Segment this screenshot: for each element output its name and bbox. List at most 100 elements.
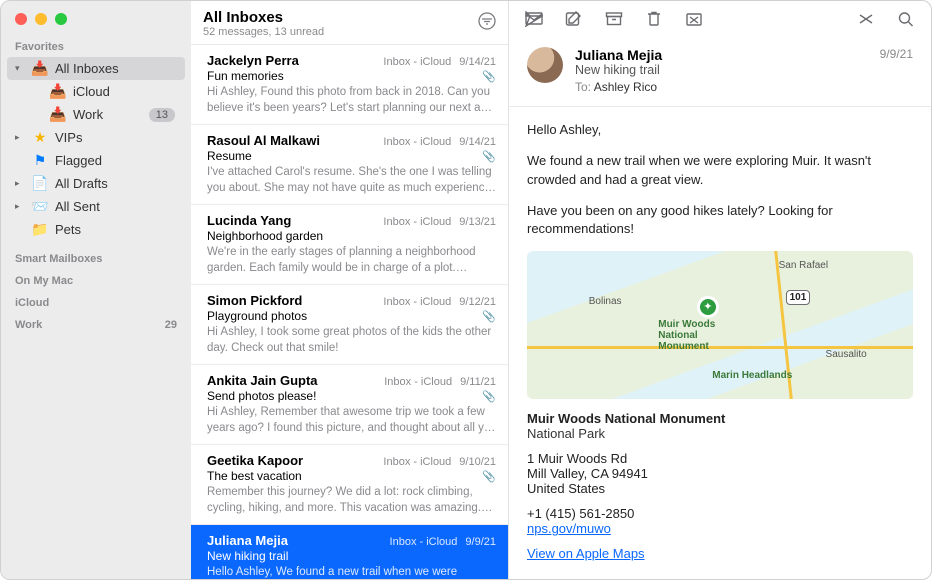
sidebar-item-label: Flagged bbox=[55, 153, 175, 168]
map-city-label: Bolinas bbox=[589, 296, 622, 307]
sidebar-item-icloud[interactable]: 📥 iCloud bbox=[7, 80, 185, 103]
message-row[interactable]: Simon PickfordInbox - iCloud9/12/21Playg… bbox=[191, 285, 508, 365]
message-row[interactable]: Geetika KapoorInbox - iCloud9/10/21The b… bbox=[191, 445, 508, 525]
message-list[interactable]: Jackelyn PerraInbox - iCloud9/14/21Fun m… bbox=[191, 45, 508, 579]
message-subject: New hiking trail bbox=[207, 549, 496, 563]
chevron-right-icon[interactable]: ▸ bbox=[15, 201, 25, 212]
body-paragraph: Have you been on any good hikes lately? … bbox=[527, 202, 913, 240]
attachment-icon: 📎 bbox=[482, 310, 496, 323]
inbox-icon: 📥 bbox=[49, 83, 67, 100]
sidebar-item-vips[interactable]: ▸ ★ VIPs bbox=[7, 126, 185, 149]
map-pin-icon bbox=[697, 296, 719, 318]
sidebar-item-flagged[interactable]: ⚑ Flagged bbox=[7, 149, 185, 172]
message-date: 9/13/21 bbox=[459, 216, 496, 228]
message-date: 9/9/21 bbox=[880, 47, 913, 94]
message-row[interactable]: Jackelyn Perra Inbox - iCloud 9/14/21Fun m… bbox=[191, 45, 508, 125]
attachment-icon: 📎 bbox=[482, 390, 496, 403]
attachment-icon: 📎 bbox=[482, 470, 496, 483]
message-subject: New hiking trail bbox=[575, 63, 868, 77]
message-date: 9/12/21 bbox=[459, 296, 496, 308]
sidebar-item-pets[interactable]: 📁 Pets bbox=[7, 218, 185, 241]
sidebar-item-label: All Inboxes bbox=[55, 61, 175, 76]
message-subject: Resume bbox=[207, 149, 476, 163]
sidebar-header-favorites: Favorites bbox=[1, 35, 191, 57]
close-window-button[interactable] bbox=[15, 13, 27, 25]
message-from: Geetika Kapoor bbox=[207, 453, 375, 468]
sidebar-item-label: Pets bbox=[55, 222, 175, 237]
reply-button[interactable] bbox=[525, 11, 543, 27]
filter-button[interactable] bbox=[478, 12, 496, 35]
message-date: 9/14/21 bbox=[459, 136, 496, 148]
junk-button[interactable] bbox=[685, 11, 703, 27]
more-button[interactable] bbox=[857, 11, 875, 27]
message-subject: Send photos please! bbox=[207, 389, 476, 403]
trash-button[interactable] bbox=[645, 11, 663, 27]
chevron-right-icon[interactable]: ▸ bbox=[15, 178, 25, 189]
sidebar: Favorites ▾ 📥 All Inboxes 📥 iCloud 📥 Wor… bbox=[1, 1, 191, 579]
sidebar-item-all-drafts[interactable]: ▸ 📄 All Drafts bbox=[7, 172, 185, 195]
inbox-icon: 📥 bbox=[31, 60, 49, 77]
star-icon: ★ bbox=[31, 129, 49, 146]
flag-icon: ⚑ bbox=[31, 152, 49, 169]
sidebar-header-work[interactable]: Work 29 bbox=[1, 313, 191, 335]
message-mailbox: Inbox - iCloud bbox=[383, 296, 451, 308]
archive-button[interactable] bbox=[605, 11, 623, 27]
message-date: 9/9/21 bbox=[465, 536, 496, 548]
message-from: Jackelyn Perra bbox=[207, 53, 375, 68]
message-preview: Hi Ashley, I took some great photos of t… bbox=[207, 325, 496, 356]
sidebar-item-all-inboxes[interactable]: ▾ 📥 All Inboxes bbox=[7, 57, 185, 80]
place-name: Muir Woods National Monument bbox=[527, 411, 913, 426]
body-paragraph: Hello Ashley, bbox=[527, 121, 913, 140]
message-from: Juliana Mejia bbox=[575, 47, 868, 63]
message-row[interactable]: Ankita Jain GuptaInbox - iCloud9/11/21Se… bbox=[191, 365, 508, 445]
unread-badge: 13 bbox=[149, 108, 175, 122]
message-date: 9/14/21 bbox=[459, 56, 496, 68]
map-city-label: San Rafael bbox=[779, 260, 828, 271]
map-park-label: Marin Headlands bbox=[712, 370, 792, 381]
chevron-right-icon[interactable]: ▸ bbox=[15, 132, 25, 143]
message-subject: Playground photos bbox=[207, 309, 476, 323]
message-mailbox: Inbox - iCloud bbox=[383, 56, 451, 68]
message-date: 9/11/21 bbox=[460, 376, 496, 388]
message-subject: Neighborhood garden bbox=[207, 229, 496, 243]
sidebar-item-label: All Drafts bbox=[55, 176, 175, 191]
avatar[interactable] bbox=[527, 47, 563, 83]
compose-button[interactable] bbox=[565, 11, 583, 27]
sidebar-item-label: All Sent bbox=[55, 199, 175, 214]
reader-pane: Juliana Mejia New hiking trail To: Ashle… bbox=[509, 1, 931, 579]
sidebar-item-label: iCloud bbox=[73, 84, 175, 99]
map-attachment[interactable]: 101 San Rafael Bolinas Sausalito Muir Wo… bbox=[527, 251, 913, 399]
view-on-maps-link[interactable]: View on Apple Maps bbox=[527, 546, 645, 561]
place-url-link[interactable]: nps.gov/muwo bbox=[527, 521, 611, 536]
message-preview: Hello Ashley, We found a new trail when … bbox=[207, 565, 496, 579]
message-preview: Remember this journey? We did a lot: roc… bbox=[207, 485, 496, 516]
message-subject: The best vacation bbox=[207, 469, 476, 483]
chevron-down-icon[interactable]: ▾ bbox=[15, 63, 25, 74]
sidebar-header-smart[interactable]: Smart Mailboxes bbox=[1, 247, 191, 269]
mailbox-subtitle: 52 messages, 13 unread bbox=[203, 26, 324, 38]
message-body[interactable]: Hello Ashley, We found a new trail when … bbox=[509, 107, 931, 575]
message-preview: Hi Ashley, Found this photo from back in… bbox=[207, 85, 496, 116]
message-from: Juliana Mejia bbox=[207, 533, 382, 548]
message-from: Ankita Jain Gupta bbox=[207, 373, 376, 388]
message-mailbox: Inbox - iCloud bbox=[383, 216, 451, 228]
search-button[interactable] bbox=[897, 11, 915, 27]
message-from: Rasoul Al Malkawi bbox=[207, 133, 375, 148]
mailbox-title: All Inboxes bbox=[203, 9, 324, 26]
message-row[interactable]: Rasoul Al MalkawiInbox - iCloud9/14/21Re… bbox=[191, 125, 508, 205]
message-mailbox: Inbox - iCloud bbox=[390, 536, 458, 548]
message-row[interactable]: Juliana Mejia Inbox - iCloud 9/9/21New hik… bbox=[191, 525, 508, 579]
message-subject: Fun memories bbox=[207, 69, 476, 83]
folder-icon: 📁 bbox=[31, 221, 49, 238]
message-row[interactable]: Lucinda YangInbox - iCloud9/13/21Neighbo… bbox=[191, 205, 508, 285]
message-list-pane: All Inboxes 52 messages, 13 unread Jacke… bbox=[191, 1, 509, 579]
unread-badge: 29 bbox=[165, 319, 177, 331]
sidebar-header-onmymac[interactable]: On My Mac bbox=[1, 269, 191, 291]
minimize-window-button[interactable] bbox=[35, 13, 47, 25]
sidebar-item-label: Work bbox=[73, 107, 143, 122]
zoom-window-button[interactable] bbox=[55, 13, 67, 25]
sidebar-header-icloud[interactable]: iCloud bbox=[1, 291, 191, 313]
sidebar-item-work[interactable]: 📥 Work 13 bbox=[7, 103, 185, 126]
sidebar-item-all-sent[interactable]: ▸ 📨 All Sent bbox=[7, 195, 185, 218]
message-to: To: Ashley Rico bbox=[575, 80, 868, 94]
